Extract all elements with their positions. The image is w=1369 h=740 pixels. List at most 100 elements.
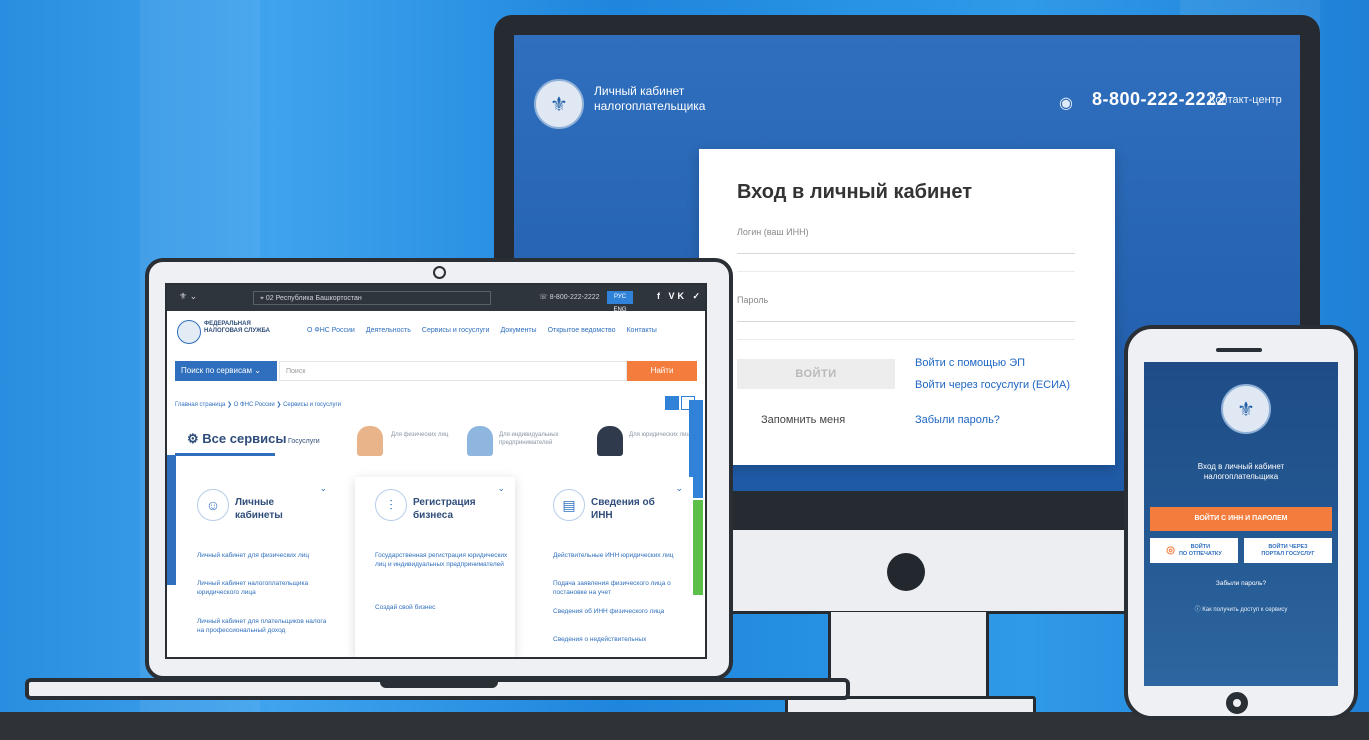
document-icon: ▤ (553, 489, 585, 521)
org-line1: ФЕДЕРАЛЬНАЯ (204, 321, 251, 327)
nav-item-activity[interactable]: Деятельность (366, 327, 411, 334)
gosuslugi-login-link[interactable]: Войти через госуслуги (ЕСИА) (915, 379, 1070, 391)
title-line1: Регистрация (413, 497, 476, 508)
org-name[interactable]: ФЕДЕРАЛЬНАЯ НАЛОГОВАЯ СЛУЖБА (204, 321, 270, 335)
service-card-title: Личные кабинеты (235, 496, 283, 522)
topbar-phone-number: 8-800-222-2222 (549, 294, 600, 301)
category-individuals[interactable]: Для физических лиц (391, 431, 461, 439)
login-card: Вход в личный кабинет Логин (ваш ИНН) Па… (699, 149, 1115, 465)
fingerprint-login-button[interactable]: ◎ ВОЙТИ ПО ОТПЕЧАТКУ (1150, 538, 1238, 563)
monitor-logo-dot (887, 553, 925, 591)
phone-title-line2: налогоплательщика (1203, 472, 1279, 481)
laptop-notch (380, 680, 498, 688)
password-input[interactable] (737, 321, 1075, 322)
service-link[interactable]: Сведения об ИНН физического лица (553, 607, 691, 616)
input-divider (737, 271, 1075, 272)
service-link[interactable]: Сведения о недействительных (553, 635, 691, 644)
service-card-inn-info[interactable]: ▤ Сведения об ИНН ⌄ Действительные ИНН ю… (533, 477, 693, 657)
nav-item-open-agency[interactable]: Открытое ведомство (548, 327, 616, 334)
nav-item-documents[interactable]: Документы (500, 327, 536, 334)
service-card-personal-accounts[interactable]: ☺ Личные кабинеты ⌄ Личный кабинет для ф… (177, 477, 337, 657)
phone-speaker (1216, 348, 1262, 352)
fns-logo-icon[interactable] (177, 320, 201, 344)
nav-item-about[interactable]: О ФНС России (307, 327, 355, 334)
service-card-business-registration[interactable]: ⫶ Регистрация бизнеса ⌄ Государственная … (355, 477, 515, 657)
find-button[interactable]: Найти (627, 361, 697, 381)
brand-line1: Личный кабинет (594, 84, 685, 98)
org-line2: НАЛОГОВАЯ СЛУЖБА (204, 328, 270, 334)
fns-logo-icon: ⚜ (1221, 384, 1271, 434)
person-icon (467, 426, 493, 456)
phone-home-button[interactable] (1226, 692, 1248, 714)
tab-all-services-label: Все сервисы (202, 431, 287, 446)
fingerprint-icon: ◎ (1166, 545, 1175, 556)
phone-icon: ☏ (539, 294, 550, 301)
brand-line2: налогоплательщика (594, 99, 706, 113)
search-input[interactable]: Поиск (279, 361, 627, 381)
input-divider (737, 339, 1075, 340)
region-label: 02 Республика Башкортостан (265, 295, 362, 302)
language-switch[interactable]: РУС ENG (607, 291, 633, 313)
gosuslugi-label: ВОЙТИ ЧЕРЕЗ ПОРТАЛ ГОСУСЛУГ (1261, 543, 1315, 557)
login-inn-password-button[interactable]: ВОЙТИ С ИНН И ПАРОЛЕМ (1150, 507, 1332, 531)
service-link[interactable]: Действительные ИНН юридических лиц (553, 551, 691, 560)
service-link[interactable]: Личный кабинет для плательщиков налога н… (197, 617, 335, 635)
forgot-password-link[interactable]: Забыли пароль? (915, 414, 1000, 426)
how-to-get-access-link[interactable]: ⓘ Как получить доступ к сервису (1144, 604, 1338, 613)
title-line2: ИНН (591, 510, 613, 521)
category-entrepreneurs[interactable]: Для индивидуальных предпринимателей (499, 431, 581, 447)
laptop-screen: ⚜ ⌄ ⌖ 02 Республика Башкортостан ☏ 8-800… (165, 283, 707, 659)
chevron-down-icon[interactable]: ⌄ (319, 483, 327, 494)
login-submit-button[interactable]: ВОЙТИ (737, 359, 895, 389)
phone-screen: ⚜ Вход в личный кабинет налогоплательщик… (1144, 362, 1338, 686)
fns-logo-icon: ⚜ (534, 79, 584, 129)
fingerprint-label: ВОЙТИ ПО ОТПЕЧАТКУ (1178, 543, 1222, 557)
title-line1: Личные (235, 497, 275, 508)
contact-center-link[interactable]: Контакт-центр (1209, 94, 1282, 106)
login-input[interactable] (737, 253, 1075, 254)
hotline-phone[interactable]: 8-800-222-2222 (1092, 89, 1227, 110)
grid-view-icon[interactable] (665, 396, 679, 410)
gosuslugi-portal-button[interactable]: ВОЙТИ ЧЕРЕЗ ПОРТАЛ ГОСУСЛУГ (1244, 538, 1332, 563)
chevron-down-icon[interactable]: ⌄ (497, 483, 505, 494)
person-icon: ☺ (197, 489, 229, 521)
service-link[interactable]: Личный кабинет налогоплательщика юридиче… (197, 579, 335, 597)
chevron-down-icon[interactable]: ⌄ (675, 483, 683, 494)
password-field-label: Пароль (737, 295, 769, 305)
side-feedback-tab[interactable] (167, 455, 176, 585)
service-link[interactable]: Создай свой бизнес (375, 603, 513, 612)
ep-login-link[interactable]: Войти с помощью ЭП (915, 357, 1025, 369)
service-card-title: Сведения об ИНН (591, 496, 655, 522)
tab-gosuslugi[interactable]: Госуслуги (288, 438, 320, 445)
nav-item-contacts[interactable]: Контакты (626, 327, 656, 334)
social-links[interactable]: f VK ✓ (657, 291, 703, 302)
service-link[interactable]: Личный кабинет для физических лиц (197, 551, 335, 560)
laptop-camera (433, 266, 446, 279)
service-link[interactable]: Подача заявления физического лица о пост… (553, 579, 691, 597)
service-card-title: Регистрация бизнеса (413, 496, 476, 522)
active-tab-underline (175, 453, 275, 456)
remember-me-checkbox[interactable]: Запомнить меня (761, 414, 845, 426)
region-selector[interactable]: ⌖ 02 Республика Башкортостан (253, 291, 491, 305)
chevron-down-icon: ⌄ (254, 366, 261, 375)
search-scope-select[interactable]: Поиск по сервисам ⌄ (175, 361, 277, 381)
login-field-label: Логин (ваш ИНН) (737, 227, 809, 237)
category-legal-entities[interactable]: Для юридических лиц (629, 431, 691, 439)
title-line2: бизнеса (413, 510, 454, 521)
nav-item-services[interactable]: Сервисы и госуслуги (422, 327, 490, 334)
gear-services-icon: ⚙ (187, 431, 203, 446)
eye-icon[interactable]: ◉ (1059, 93, 1073, 113)
login-title: Вход в личный кабинет (737, 181, 972, 203)
monitor-stand-neck (828, 612, 989, 696)
main-nav: О ФНС России Деятельность Сервисы и госу… (307, 327, 657, 334)
tab-all-services[interactable]: ⚙ Все сервисы (187, 431, 286, 447)
phone-forgot-password-link[interactable]: Забыли пароль? (1144, 580, 1338, 587)
phone-title-line1: Вход в личный кабинет (1197, 462, 1285, 471)
phone-title: Вход в личный кабинет налогоплательщика (1144, 462, 1338, 482)
service-link[interactable]: Государственная регистрация юридических … (375, 551, 513, 569)
title-line2: кабинеты (235, 510, 283, 521)
breadcrumb[interactable]: Главная страница ❯ О ФНС России ❯ Сервис… (175, 401, 341, 408)
topbar-phone[interactable]: ☏ 8-800-222-2222 (539, 293, 600, 301)
site-brand[interactable]: Личный кабинет налогоплательщика (594, 84, 705, 114)
emblem-icon[interactable]: ⚜ ⌄ (179, 291, 197, 302)
